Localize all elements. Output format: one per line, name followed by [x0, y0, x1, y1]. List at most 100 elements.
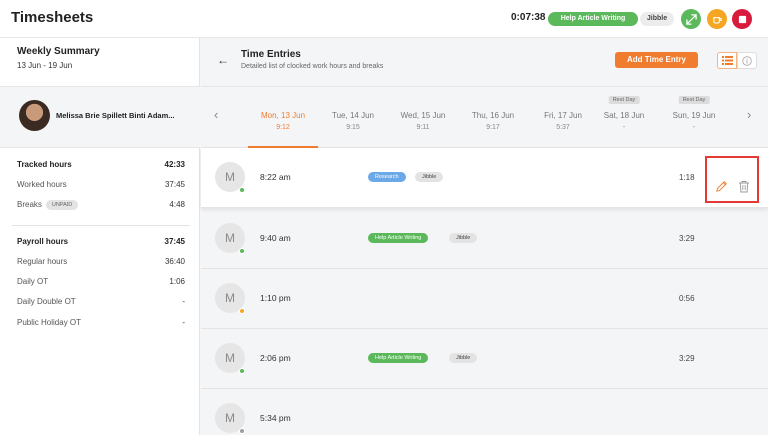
tab-day-wed[interactable]: Wed, 15 Jun 9:11 — [388, 87, 458, 148]
activity-tag: Research — [368, 172, 406, 182]
page-subtitle: Detailed list of clocked work hours and … — [241, 63, 384, 70]
worked-hours-label: Worked hours — [17, 180, 67, 189]
day-name: Wed, 15 Jun — [400, 111, 446, 120]
breaks-label-wrap: Breaks UNPAID — [17, 200, 79, 210]
day-tabs: ‹ Mon, 13 Jun 9:12 Tue, 14 Jun 9:15 Wed,… — [201, 86, 768, 149]
entry-time: 9:40 am — [260, 233, 291, 243]
tab-day-fri[interactable]: Fri, 17 Jun 5:37 — [528, 87, 598, 148]
public-holiday-ot-label: Public Holiday OT — [17, 318, 82, 327]
expand-button[interactable] — [681, 9, 701, 29]
delete-button[interactable] — [737, 179, 751, 193]
time-entries-header: ← Time Entries Detailed list of clocked … — [201, 38, 768, 86]
day-name: Sat, 18 Jun — [603, 111, 645, 120]
regular-hours-value: 36:40 — [164, 257, 185, 266]
time-entry-row[interactable]: M 8:22 am Research Jibble 1:18 — [201, 148, 768, 208]
row-actions-highlight — [705, 156, 759, 203]
project-tag: Jibble — [415, 172, 444, 182]
entry-time: 1:10 pm — [260, 293, 291, 303]
status-dot — [239, 428, 245, 434]
unpaid-badge: UNPAID — [45, 200, 79, 210]
day-hours: 9:12 — [276, 124, 290, 131]
summary-title: Weekly Summary — [17, 46, 100, 57]
stop-icon — [738, 15, 746, 23]
breaks-row: Breaks UNPAID 4:48 — [17, 200, 185, 214]
rest-day-badge: Rest Day — [608, 96, 640, 104]
daily-ot-row: Daily OT 1:06 — [17, 277, 185, 291]
weekly-summary-panel: Weekly Summary 13 Jun - 19 Jun Melissa B… — [0, 38, 200, 435]
status-dot — [239, 308, 245, 314]
day-hours: 9:15 — [346, 124, 360, 131]
tracked-hours-value: 42:33 — [164, 160, 185, 169]
coffee-icon — [712, 16, 722, 24]
time-entry-row[interactable]: M 5:34 pm — [201, 389, 768, 435]
activity-tag: Help Article Writing — [368, 353, 429, 363]
status-dot — [239, 187, 245, 193]
regular-hours-row: Regular hours 36:40 — [17, 257, 185, 271]
day-hours: 9:17 — [486, 124, 500, 131]
current-activity-badge[interactable]: Help Article Writing — [548, 12, 638, 26]
avatar — [19, 100, 50, 131]
breaks-label: Breaks — [17, 200, 42, 209]
day-hours: 5:37 — [556, 124, 570, 131]
tab-day-mon[interactable]: Mon, 13 Jun 9:12 — [248, 87, 318, 149]
regular-hours-label: Regular hours — [17, 257, 68, 266]
status-dot — [239, 368, 245, 374]
time-entry-row[interactable]: M 1:10 pm 0:56 — [201, 269, 768, 329]
tab-day-tue[interactable]: Tue, 14 Jun 9:15 — [318, 87, 388, 148]
daily-double-ot-label: Daily Double OT — [17, 297, 76, 306]
trash-icon — [739, 180, 749, 192]
day-name: Thu, 16 Jun — [471, 111, 515, 120]
time-entry-row[interactable]: M 2:06 pm Help Article Writing Jibble 3:… — [201, 329, 768, 389]
entry-duration: 0:56 — [679, 294, 695, 303]
worked-hours-row: Worked hours 37:45 — [17, 180, 185, 194]
list-view-button[interactable] — [717, 52, 737, 69]
day-hours: - — [622, 124, 626, 131]
time-entry-row[interactable]: M 9:40 am Help Article Writing Jibble 3:… — [201, 209, 768, 269]
payroll-hours-label: Payroll hours — [17, 237, 69, 246]
pencil-icon — [715, 180, 727, 192]
info-view-button[interactable] — [737, 52, 757, 69]
day-hours: - — [692, 124, 696, 131]
break-button[interactable] — [707, 9, 727, 29]
summary-date-range: 13 Jun - 19 Jun — [17, 61, 73, 70]
stop-button[interactable] — [732, 9, 752, 29]
tracked-hours-row: Tracked hours 42:33 — [17, 160, 185, 174]
day-name: Sun, 19 Jun — [672, 111, 716, 120]
entry-time: 5:34 pm — [260, 413, 291, 423]
activity-tag: Help Article Writing — [368, 233, 429, 243]
entry-duration: 3:29 — [679, 234, 695, 243]
day-name: Mon, 13 Jun — [260, 111, 306, 120]
summary-divider — [12, 225, 190, 226]
page-title: Time Entries — [241, 49, 301, 60]
edit-button[interactable] — [714, 179, 728, 193]
add-time-entry-button[interactable]: Add Time Entry — [615, 52, 698, 68]
previous-week-icon[interactable]: ‹ — [214, 107, 218, 122]
top-bar: Timesheets 0:07:38 Help Article Writing … — [0, 0, 768, 38]
tab-day-sat[interactable]: Rest Day Sat, 18 Jun - — [589, 87, 659, 148]
entry-duration: 3:29 — [679, 354, 695, 363]
tracked-hours-label: Tracked hours — [17, 160, 72, 169]
public-holiday-ot-value: - — [182, 318, 185, 327]
daily-ot-label: Daily OT — [17, 277, 49, 286]
rest-day-badge: Rest Day — [678, 96, 710, 104]
project-tag: Jibble — [449, 233, 478, 243]
current-project-badge[interactable]: Jibble — [640, 12, 674, 26]
list-icon — [721, 56, 733, 65]
tab-day-sun[interactable]: Rest Day Sun, 19 Jun - — [659, 87, 729, 148]
status-dot — [239, 248, 245, 254]
running-timer: 0:07:38 — [511, 12, 546, 23]
info-icon — [742, 55, 752, 66]
user-name: Melissa Brie Spillett Binti Adam... — [56, 111, 175, 120]
daily-double-ot-value: - — [182, 297, 185, 306]
project-tag: Jibble — [449, 353, 478, 363]
entry-time: 2:06 pm — [260, 353, 291, 363]
tab-day-thu[interactable]: Thu, 16 Jun 9:17 — [458, 87, 528, 148]
user-row[interactable]: Melissa Brie Spillett Binti Adam... — [0, 86, 200, 148]
entry-duration: 1:18 — [679, 173, 695, 182]
payroll-hours-row: Payroll hours 37:45 — [17, 237, 185, 251]
next-week-icon[interactable]: › — [747, 107, 751, 122]
payroll-hours-value: 37:45 — [164, 237, 185, 246]
breaks-value: 4:48 — [169, 200, 185, 209]
app-title: Timesheets — [11, 9, 94, 26]
back-arrow-icon[interactable]: ← — [217, 53, 229, 67]
